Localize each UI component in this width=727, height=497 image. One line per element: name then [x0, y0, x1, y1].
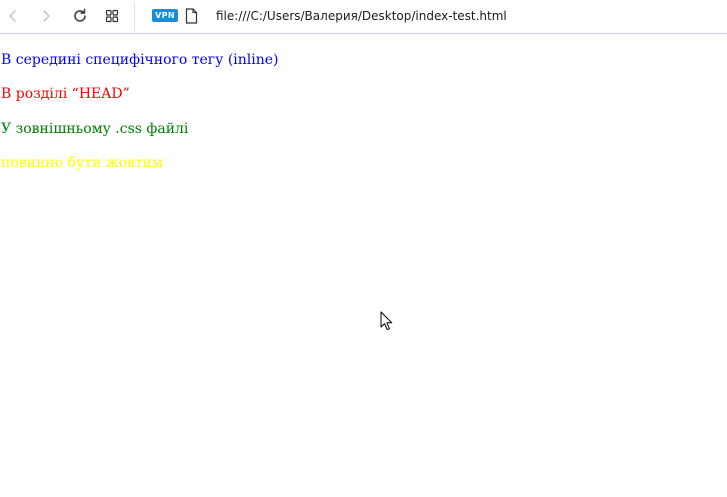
- yellow-text: повинно бути жовтим: [1, 155, 163, 171]
- back-arrow-icon[interactable]: [2, 5, 24, 27]
- tab-grid-icon[interactable]: [101, 5, 123, 27]
- vpn-badge[interactable]: VPN: [152, 9, 178, 22]
- address-bar[interactable]: file:///C:/Users/Валерия/Desktop/index-t…: [216, 7, 711, 25]
- toolbar-divider: [134, 2, 135, 31]
- inline-style-text: В середині специфічного тегу (inline): [1, 52, 279, 68]
- reload-icon[interactable]: [69, 5, 91, 27]
- page-icon[interactable]: [185, 8, 198, 28]
- external-css-text: У зовнішньому .css файлі: [1, 121, 189, 137]
- head-style-text: В розділі “HEAD”: [1, 86, 130, 102]
- browser-toolbar: VPN file:///C:/Users/Валерия/Desktop/ind…: [0, 0, 727, 34]
- page-content: В середині специфічного тегу (inline) В …: [0, 34, 727, 497]
- mouse-cursor-icon: [380, 311, 394, 337]
- forward-arrow-icon[interactable]: [35, 5, 57, 27]
